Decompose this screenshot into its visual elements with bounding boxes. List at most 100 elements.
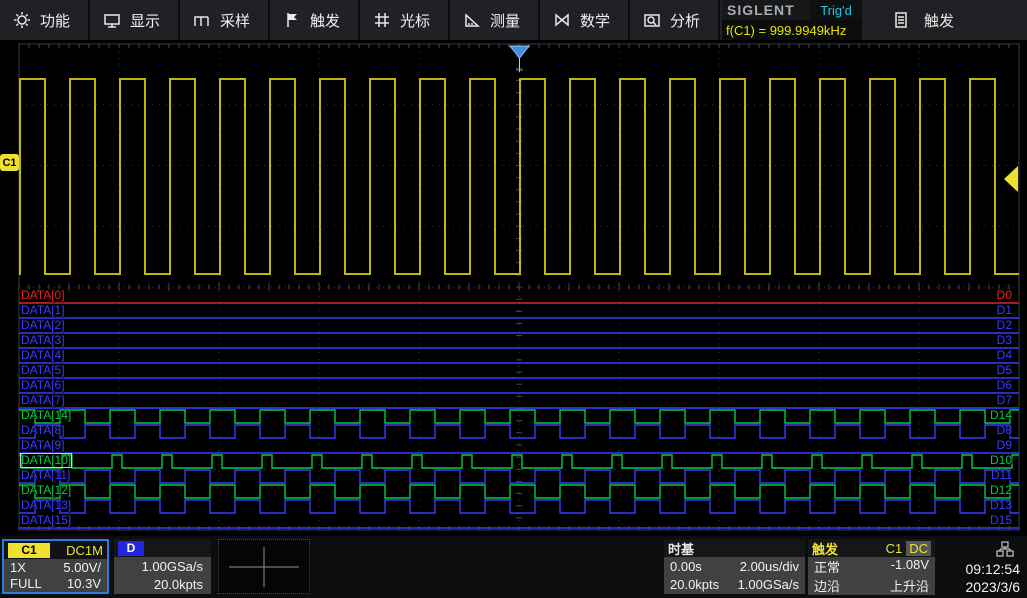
menu-item-3[interactable]: 采样 (180, 0, 270, 40)
digital-channel-label-right[interactable]: D1 (962, 304, 1012, 317)
cross-icon (224, 544, 304, 590)
empty-channel-slot[interactable] (218, 539, 310, 594)
logo-status-block: SIGLENT Trig'd f(C1) = 999.9949kHz (722, 0, 862, 40)
digital-channel-label-left[interactable]: DATA[3] (21, 334, 65, 347)
digital-channel-label-left[interactable]: DATA[7] (21, 394, 65, 407)
siglent-logo: SIGLENT (722, 0, 810, 20)
cursor-icon (373, 11, 391, 29)
c1-probe: 1X (10, 560, 26, 575)
menu-label: 分析 (670, 10, 700, 31)
digital-channel-label-right[interactable]: D3 (962, 334, 1012, 347)
c1-scale: 5.00V/ (63, 560, 101, 575)
menu-label: 显示 (130, 10, 160, 31)
frequency-readout: f(C1) = 999.9949kHz (722, 20, 862, 40)
measure-icon (463, 11, 481, 29)
digital-channel-label-left[interactable]: DATA[9] (21, 439, 65, 452)
list-icon (892, 11, 910, 29)
digital-channel-label-right[interactable]: D9 (962, 439, 1012, 452)
trigger-title: 触发 (812, 539, 838, 558)
trigger-source: C1 (886, 541, 903, 556)
menu-label: 触发 (924, 10, 954, 31)
digital-box[interactable]: D 1.00GSa/s 20.0kpts (114, 539, 211, 594)
digital-channel-label-left[interactable]: DATA[4] (21, 349, 65, 362)
digital-channel-label-right[interactable]: D15 (962, 514, 1012, 527)
menu-item-2[interactable]: 显示 (90, 0, 180, 40)
gear-icon (13, 11, 31, 29)
digital-channel-label-left[interactable]: DATA[0] (21, 289, 65, 302)
digital-channel-label-left[interactable]: DATA[10] (21, 454, 71, 467)
trigger-status-badge: Trig'd (810, 0, 862, 20)
c1-waveform (19, 79, 1019, 274)
digital-channel-label-right[interactable]: D6 (962, 379, 1012, 392)
digital-channel-label-left[interactable]: DATA[15] (21, 514, 71, 527)
math-icon (553, 11, 571, 29)
menu-label: 数学 (580, 10, 610, 31)
menu-label: 测量 (490, 10, 520, 31)
time-display: 09:12:54 (966, 561, 1021, 577)
trigger-type: 边沿 (814, 576, 840, 595)
c1-offset: 10.3V (67, 576, 101, 591)
timebase-delay: 0.00s (670, 559, 702, 574)
digital-channel-label-right[interactable]: D5 (962, 364, 1012, 377)
c1-chip: C1 (8, 543, 50, 558)
waveform-display[interactable]: C1 DATA[0] D0 DATA[1] D1 DATA[2] D2 DATA[3] D3 D… (0, 42, 1027, 536)
trigger-position-marker[interactable] (510, 46, 529, 58)
digital-channel-label-left[interactable]: DATA[1] (21, 304, 65, 317)
digital-channel-label-right[interactable]: D4 (962, 349, 1012, 362)
bottom-status-bar: C1 DC1M 1X 5.00V/ FULL 10.3V D 1.00GSa/s 2… (0, 536, 1027, 598)
digital-channel-label-right[interactable]: D13 (962, 499, 1012, 512)
trigger-slope: 上升沿 (890, 576, 929, 595)
c1-channel-marker[interactable]: C1 (0, 154, 19, 171)
d-mem-depth: 20.0kpts (154, 577, 203, 592)
waveform-svg (0, 42, 1027, 536)
digital-channel-label-right[interactable]: D2 (962, 319, 1012, 332)
menu-item-8[interactable]: 分析 (630, 0, 720, 40)
digital-channel-label-left[interactable]: DATA[8] (21, 424, 65, 437)
display-icon (103, 11, 121, 29)
trigger-coupling: DC (906, 541, 931, 556)
digital-channel-label-right[interactable]: D12 (962, 484, 1012, 497)
timebase-box[interactable]: 时基 0.00s2.00us/div 20.0kpts1.00GSa/s (664, 539, 805, 594)
digital-channel-label-right[interactable]: D14 (962, 409, 1012, 422)
top-menu-bar: 功能 显示 采样 触发 光标 测量 数学 分析 (0, 0, 1027, 42)
c1-bandwidth: FULL (10, 576, 42, 591)
digital-channel-label-right[interactable]: D8 (962, 424, 1012, 437)
digital-channel-label-right[interactable]: D10 (962, 454, 1012, 467)
digital-channel-label-right[interactable]: D11 (962, 469, 1012, 482)
acquire-icon (193, 11, 211, 29)
menu-item-7[interactable]: 数学 (540, 0, 630, 40)
channel-c1-box[interactable]: C1 DC1M 1X 5.00V/ FULL 10.3V (2, 539, 109, 594)
trigger-level: -1.08V (891, 557, 929, 576)
digital-channel-label-left[interactable]: DATA[2] (21, 319, 65, 332)
c1-coupling: DC1M (66, 543, 103, 558)
menu-item-1[interactable]: 功能 (0, 0, 90, 40)
flag-icon (283, 11, 301, 29)
menu-item-4[interactable]: 触发 (270, 0, 360, 40)
digital-channel-label-left[interactable]: DATA[12] (21, 484, 71, 497)
menu-item-5[interactable]: 光标 (360, 0, 450, 40)
trigger-box[interactable]: 触发 C1 DC 正常 -1.08V 边沿 上升沿 (808, 539, 935, 594)
menu-item-trigger-right[interactable]: 触发 (876, 0, 1012, 40)
d-sample-rate: 1.00GSa/s (142, 559, 203, 574)
digital-channel-label-right[interactable]: D0 (962, 289, 1012, 302)
oscilloscope-screen: 功能显示采样触发光标测量数学分析 SIGLENT Trig'd f(C1) = … (0, 0, 1027, 598)
digital-channel-label-left[interactable]: DATA[5] (21, 364, 65, 377)
menu-label: 触发 (310, 10, 340, 31)
analyze-icon (643, 11, 661, 29)
digital-channel-label-left[interactable]: DATA[11] (21, 469, 70, 482)
timebase-scale: 2.00us/div (740, 559, 799, 574)
menu-label: 采样 (220, 10, 250, 31)
d-chip: D (118, 541, 144, 556)
date-display: 2023/3/6 (966, 579, 1021, 595)
digital-channel-label-left[interactable]: DATA[14] (21, 409, 71, 422)
timebase-sample-rate: 1.00GSa/s (738, 577, 799, 592)
timebase-mem-depth: 20.0kpts (670, 577, 719, 592)
trigger-level-marker[interactable] (1004, 166, 1018, 192)
menu-label: 光标 (400, 10, 430, 31)
digital-channel-label-left[interactable]: DATA[6] (21, 379, 65, 392)
digital-channel-label-left[interactable]: DATA[13] (21, 499, 71, 512)
digital-channel-label-right[interactable]: D7 (962, 394, 1012, 407)
menu-item-6[interactable]: 测量 (450, 0, 540, 40)
trigger-mode: 正常 (814, 557, 840, 576)
menu-label: 功能 (40, 10, 70, 31)
